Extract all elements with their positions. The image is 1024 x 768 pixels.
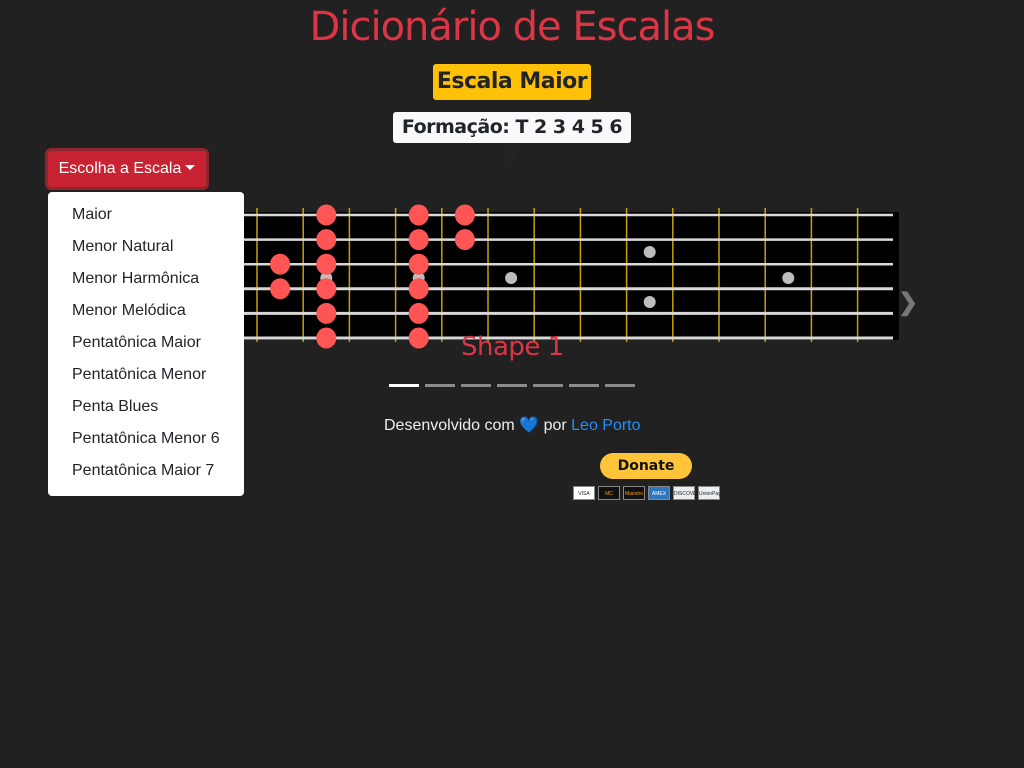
dropdown-item[interactable]: Pentatônica Maior 7 [48, 455, 244, 487]
dropdown-item[interactable]: Pentatônica Menor 6 [48, 423, 244, 455]
scale-note-dot [316, 229, 337, 251]
inlay-dot [643, 296, 656, 308]
scale-note-dot [408, 327, 429, 349]
inlay-dot [782, 272, 795, 284]
scale-note-dot [316, 253, 337, 275]
scale-dropdown-menu: Maior Menor Natural Menor Harmônica Meno… [48, 192, 244, 496]
dropdown-item[interactable]: Pentatônica Menor [48, 359, 244, 391]
footer-text: Desenvolvido com [384, 417, 515, 434]
scale-note-dot [316, 204, 337, 226]
payment-card-icon: VISA [573, 486, 595, 500]
payment-card-icon: DISCOVER [673, 486, 700, 500]
heart-icon: 💙 [519, 417, 540, 434]
scale-note-dot [454, 204, 475, 226]
carousel-indicator[interactable] [461, 384, 491, 387]
donate-button[interactable]: Donate [600, 453, 692, 479]
dropdown-item[interactable]: Menor Melódica [48, 295, 244, 327]
carousel-indicator[interactable] [389, 384, 419, 387]
inlay-dot [643, 246, 656, 258]
payment-card-icon: AMEX [648, 486, 670, 500]
shape-caption: Shape 1 [461, 332, 564, 362]
payment-card-icon: UnionPay [698, 486, 721, 500]
scale-note-dot [270, 278, 291, 300]
carousel-indicator[interactable] [497, 384, 527, 387]
carousel-indicator[interactable] [605, 384, 635, 387]
payment-card-icon: Maestro [623, 486, 645, 500]
carousel-indicator[interactable] [569, 384, 599, 387]
payment-card-icon: MC [598, 486, 620, 500]
carousel-indicator[interactable] [533, 384, 563, 387]
scale-note-dot [408, 278, 429, 300]
dropdown-item[interactable]: Menor Harmônica [48, 263, 244, 295]
scale-note-dot [316, 302, 337, 324]
dropdown-item[interactable]: Penta Blues [48, 391, 244, 423]
chevron-right-icon[interactable]: ❯ [898, 288, 918, 317]
scale-note-dot [316, 278, 337, 300]
scale-note-dot [454, 229, 475, 251]
scale-note-dot [408, 229, 429, 251]
footer-text: por [543, 417, 567, 434]
scale-note-dot [408, 204, 429, 226]
dropdown-item[interactable]: Menor Natural [48, 231, 244, 263]
author-link[interactable]: Leo Porto [571, 417, 640, 434]
scale-note-dot [316, 327, 337, 349]
scale-note-dot [408, 253, 429, 275]
scale-note-dot [408, 302, 429, 324]
dropdown-item[interactable]: Maior [48, 199, 244, 231]
inlay-dot [505, 272, 518, 284]
dropdown-item[interactable]: Pentatônica Maior [48, 327, 244, 359]
fretboard-wood [200, 212, 899, 340]
carousel-indicator[interactable] [425, 384, 455, 387]
payment-cards: VISA MC Maestro AMEX DISCOVER UnionPay [573, 486, 721, 500]
scale-note-dot [270, 253, 291, 275]
footer-credit: Desenvolvido com 💙 por Leo Porto [384, 415, 641, 435]
